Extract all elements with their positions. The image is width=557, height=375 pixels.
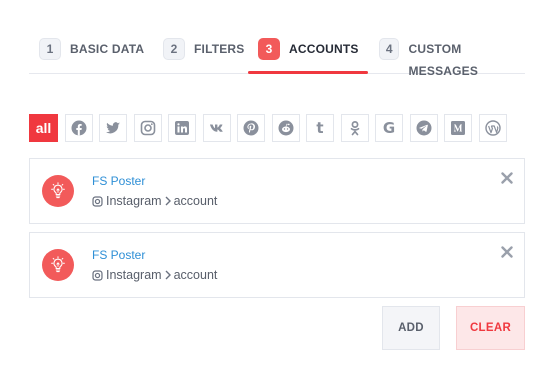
step-label: CUSTOM MESSAGES (408, 42, 479, 78)
filter-google-button[interactable]: G (375, 114, 403, 142)
account-network: Instagram account (92, 268, 217, 282)
filter-medium-button[interactable] (444, 114, 472, 142)
facebook-icon (71, 120, 86, 136)
instagram-icon (92, 195, 103, 207)
wordpress-icon (484, 120, 501, 136)
lightbulb-icon (51, 256, 65, 273)
add-button[interactable]: ADD (382, 306, 440, 350)
filter-tumblr-button[interactable]: t (306, 114, 334, 142)
linkedin-icon (175, 121, 189, 135)
twitter-icon (106, 122, 120, 134)
step-number: 1 (39, 38, 61, 60)
close-icon[interactable] (500, 245, 514, 259)
vk-icon (209, 124, 223, 132)
account-item: FS Poster Instagram account (29, 232, 525, 298)
reddit-icon (278, 120, 293, 136)
filter-reddit-button[interactable] (271, 114, 300, 142)
filter-odnoklassniki-button[interactable] (340, 114, 369, 142)
clear-button[interactable]: CLEAR (456, 306, 525, 350)
pinterest-icon (243, 120, 259, 136)
account-network: Instagram account (92, 194, 217, 208)
step-number: 4 (379, 38, 400, 60)
account-item: FS Poster Instagram account (29, 158, 525, 224)
odnoklassniki-icon (350, 121, 359, 136)
avatar (42, 249, 74, 281)
active-tab-indicator (248, 71, 368, 74)
filter-all-button[interactable]: all (29, 114, 58, 142)
filter-facebook-button[interactable] (64, 114, 93, 142)
tab-filters[interactable]: 2 FILTERS (163, 38, 245, 74)
tab-basic-data[interactable]: 1 BASIC DATA (39, 38, 144, 74)
lightbulb-icon (51, 182, 65, 199)
chevron-right-icon (165, 270, 171, 280)
account-name-link[interactable]: FS Poster (92, 248, 145, 262)
google-icon: G (382, 118, 396, 137)
filter-telegram-button[interactable] (409, 114, 438, 142)
account-type: account (173, 268, 218, 282)
chevron-right-icon (165, 196, 171, 206)
filter-linkedin-button[interactable] (168, 114, 196, 142)
tab-custom-messages[interactable]: 4 CUSTOM MESSAGES (379, 38, 525, 78)
tab-accounts[interactable]: 3 ACCOUNTS (258, 38, 359, 74)
network-name: Instagram (106, 268, 162, 282)
network-name: Instagram (106, 194, 162, 208)
step-label: FILTERS (194, 42, 245, 56)
filter-wordpress-button[interactable] (478, 114, 507, 142)
step-label: BASIC DATA (70, 42, 145, 56)
account-name-link[interactable]: FS Poster (92, 174, 145, 188)
medium-icon (451, 121, 465, 135)
step-number: 3 (258, 38, 280, 60)
instagram-icon (140, 120, 155, 136)
filter-pinterest-button[interactable] (237, 114, 265, 142)
filter-twitter-button[interactable] (99, 114, 127, 142)
step-number: 2 (163, 38, 185, 60)
steps-nav: 1 BASIC DATA 2 FILTERS 3 ACCOUNTS 4 CUST… (29, 38, 525, 78)
network-filters: all t G (29, 114, 513, 142)
tumblr-icon: t (316, 118, 324, 137)
filter-instagram-button[interactable] (133, 114, 162, 142)
close-icon[interactable] (500, 171, 514, 185)
telegram-icon (416, 120, 431, 136)
step-label: ACCOUNTS (289, 42, 359, 56)
avatar (42, 175, 74, 207)
instagram-icon (92, 269, 103, 281)
account-type: account (173, 194, 218, 208)
filter-vk-button[interactable] (202, 114, 231, 142)
